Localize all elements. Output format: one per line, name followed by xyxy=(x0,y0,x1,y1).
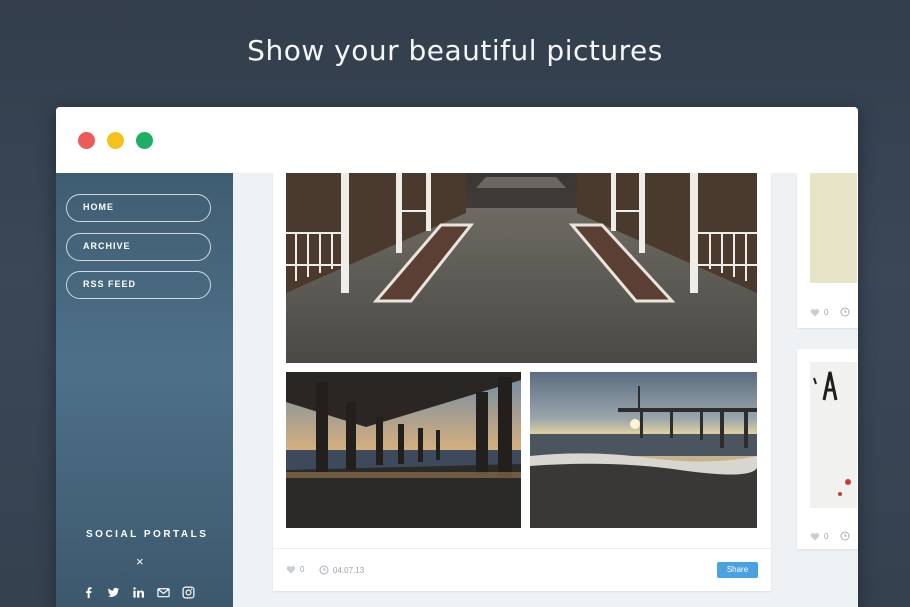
social-portals-title: SOCIAL PORTALS xyxy=(86,529,209,540)
instagram-icon[interactable] xyxy=(182,586,195,599)
nav-archive-button[interactable]: ARCHIVE xyxy=(66,233,211,261)
nav-rss-feed-button[interactable]: RSS FEED xyxy=(66,271,211,299)
graffiti-letter-image xyxy=(813,371,851,496)
minimize-window-button[interactable] xyxy=(107,132,124,149)
side-card-2-photo[interactable] xyxy=(810,362,857,508)
clock-icon xyxy=(840,531,850,541)
side-card-1-likes[interactable]: 0 xyxy=(810,307,850,317)
side-card-1-likes-value: 0 xyxy=(824,307,829,317)
mail-icon[interactable] xyxy=(157,586,170,599)
side-card-1: 0 xyxy=(797,173,858,328)
clock-icon xyxy=(319,565,329,575)
heart-icon xyxy=(286,566,296,574)
heart-icon xyxy=(810,308,820,316)
share-button[interactable]: Share xyxy=(717,562,758,578)
side-card-1-photo[interactable] xyxy=(810,173,857,283)
nav-home-button[interactable]: HOME xyxy=(66,194,211,222)
sidebar: HOME ARCHIVE RSS FEED SOCIAL PORTALS × xyxy=(56,173,233,607)
linkedin-icon[interactable] xyxy=(132,586,145,599)
heart-icon xyxy=(810,532,820,540)
maximize-window-button[interactable] xyxy=(136,132,153,149)
page-headline: Show your beautiful pictures xyxy=(247,34,663,67)
browser-window: HOME ARCHIVE RSS FEED SOCIAL PORTALS × 0… xyxy=(56,107,858,607)
side-card-2-likes-value: 0 xyxy=(824,531,829,541)
post-date-value: 04.07.13 xyxy=(333,565,365,575)
facebook-icon[interactable] xyxy=(82,586,95,599)
photo-pier-walkway[interactable] xyxy=(286,173,757,363)
window-titlebar xyxy=(56,107,858,173)
like-count-value: 0 xyxy=(300,565,305,574)
main-content: 0 04.07.13 Share 0 0 xyxy=(233,173,858,607)
photo-under-pier-sunset[interactable] xyxy=(286,372,521,528)
close-window-button[interactable] xyxy=(78,132,95,149)
social-links xyxy=(82,586,195,599)
photo-pier-at-sunset[interactable] xyxy=(530,372,757,528)
clock-icon xyxy=(840,307,850,317)
post-date: 04.07.13 xyxy=(319,565,364,575)
post-card: 0 04.07.13 Share xyxy=(273,173,771,591)
side-card-2: 0 xyxy=(797,349,858,549)
close-icon[interactable]: × xyxy=(136,554,144,569)
side-card-2-likes[interactable]: 0 xyxy=(810,531,850,541)
post-footer: 0 04.07.13 Share xyxy=(273,548,771,591)
like-count[interactable]: 0 xyxy=(286,565,304,574)
twitter-icon[interactable] xyxy=(107,586,120,599)
